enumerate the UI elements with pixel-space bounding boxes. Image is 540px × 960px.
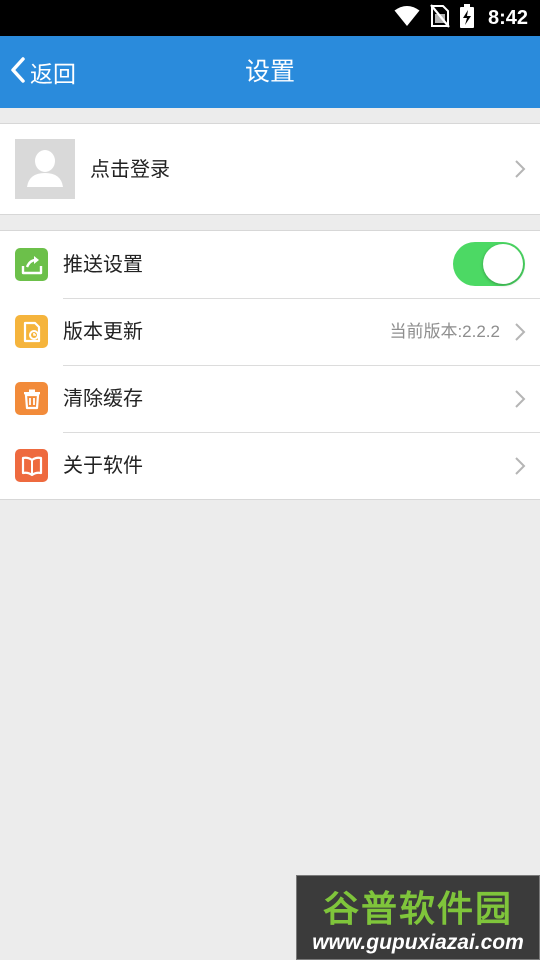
battery-charging-icon xyxy=(459,4,474,32)
status-bar: 8:42 xyxy=(0,0,540,36)
settings-item-push[interactable]: 推送设置 xyxy=(0,231,540,298)
settings-item-label: 关于软件 xyxy=(63,453,143,477)
chevron-right-icon xyxy=(514,389,526,409)
watermark-url: www.gupuxiazai.com xyxy=(312,931,524,954)
settings-item-label: 推送设置 xyxy=(63,252,143,276)
wifi-icon xyxy=(394,5,420,31)
back-label: 返回 xyxy=(30,61,76,87)
app-bar: 返回 设置 xyxy=(0,36,540,108)
status-icons: 8:42 xyxy=(394,0,528,36)
status-time: 8:42 xyxy=(487,6,528,29)
chevron-right-icon xyxy=(514,322,526,342)
trash-icon xyxy=(15,382,48,415)
watermark-logo: 谷普软件园 www.gupuxiazai.com xyxy=(296,875,540,960)
push-toggle[interactable] xyxy=(453,242,525,286)
settings-item-about[interactable]: 关于软件 xyxy=(0,432,540,499)
settings-item-clear-cache[interactable]: 清除缓存 xyxy=(0,365,540,432)
chevron-right-icon xyxy=(514,159,526,179)
settings-section: 推送设置 版本更新 当前版本:2.2.2 清除缓存 关于软件 xyxy=(0,230,540,500)
book-icon xyxy=(15,449,48,482)
settings-item-label: 清除缓存 xyxy=(63,386,143,410)
upload-tray-icon xyxy=(15,248,48,281)
settings-item-version[interactable]: 版本更新 当前版本:2.2.2 xyxy=(0,298,540,365)
watermark-brand: 谷普软件园 xyxy=(322,889,513,930)
toggle-knob xyxy=(483,244,523,284)
chevron-left-icon xyxy=(10,56,26,88)
back-button[interactable]: 返回 xyxy=(10,36,76,108)
version-value: 当前版本:2.2.2 xyxy=(389,322,500,341)
document-update-icon xyxy=(15,315,48,348)
chevron-right-icon xyxy=(514,456,526,476)
user-placeholder-icon xyxy=(15,139,75,199)
login-row[interactable]: 点击登录 xyxy=(0,124,540,214)
account-section: 点击登录 xyxy=(0,123,540,215)
settings-item-label: 版本更新 xyxy=(63,319,143,343)
page-title: 设置 xyxy=(244,57,295,86)
no-sim-icon xyxy=(430,4,450,32)
login-label: 点击登录 xyxy=(90,157,170,181)
